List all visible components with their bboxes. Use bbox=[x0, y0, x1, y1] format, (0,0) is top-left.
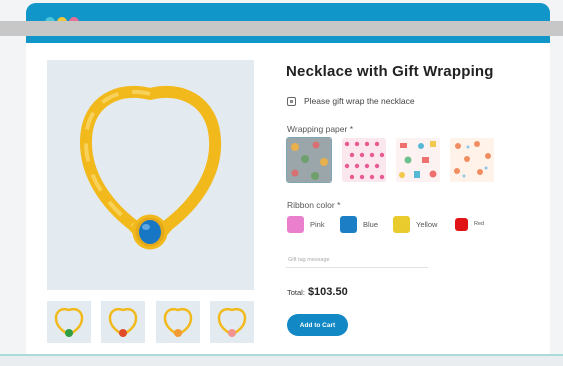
hearts-pattern bbox=[342, 138, 386, 182]
bottom-border bbox=[0, 354, 563, 366]
overlay-band bbox=[0, 21, 563, 36]
color-swatch bbox=[455, 217, 468, 231]
ribbon-color-label: Ribbon color * bbox=[287, 200, 341, 210]
color-swatch bbox=[340, 215, 357, 233]
color-swatch bbox=[393, 215, 410, 233]
confetti-pattern bbox=[396, 138, 440, 182]
wrapping-paper-colorful-confetti[interactable] bbox=[396, 138, 440, 182]
botanical-pattern bbox=[287, 138, 331, 182]
necklace-image bbox=[79, 85, 222, 250]
thumbnail-gem bbox=[174, 329, 182, 337]
thumbnail-necklace bbox=[108, 307, 138, 337]
ribbon-option-yellow[interactable]: Yellow bbox=[393, 215, 437, 233]
thumbnail-4[interactable] bbox=[210, 301, 254, 343]
thumbnail-gem bbox=[119, 329, 127, 337]
gift-wrap-checkbox[interactable] bbox=[287, 96, 296, 106]
thumbnail-1[interactable] bbox=[47, 301, 91, 343]
thumbnail-2[interactable] bbox=[101, 301, 145, 343]
main-product-image bbox=[47, 60, 254, 290]
color-swatch bbox=[287, 215, 304, 233]
thumbnail-gem bbox=[65, 329, 73, 337]
florals-pattern bbox=[450, 138, 494, 182]
gift-wrap-option[interactable]: Please gift wrap the necklace bbox=[287, 94, 415, 108]
total-label: Total: bbox=[287, 288, 305, 297]
ribbon-option-red[interactable]: Red bbox=[455, 215, 484, 233]
product-title: Necklace with Gift Wrapping bbox=[286, 63, 494, 80]
ribbon-option-blue[interactable]: Blue bbox=[340, 215, 378, 233]
ribbon-label: Red bbox=[474, 221, 485, 227]
wrapping-paper-grey-botanical[interactable] bbox=[286, 137, 332, 183]
add-to-cart-button[interactable]: Add to Cart bbox=[287, 314, 348, 336]
gift-tag-message-input[interactable] bbox=[286, 253, 428, 268]
thumbnail-necklace bbox=[54, 307, 84, 337]
gift-wrap-label: Please gift wrap the necklace bbox=[304, 96, 415, 106]
thumbnail-gem bbox=[228, 329, 236, 337]
wrapping-paper-pink-hearts[interactable] bbox=[342, 138, 386, 182]
total-price: Total: $103.50 bbox=[287, 286, 348, 298]
wrapping-paper-label: Wrapping paper * bbox=[287, 124, 353, 134]
thumbnail-necklace bbox=[217, 307, 247, 337]
thumbnail-3[interactable] bbox=[156, 301, 200, 343]
wrapping-paper-orange-florals[interactable] bbox=[450, 138, 494, 182]
ribbon-label: Yellow bbox=[416, 219, 438, 229]
total-value: $103.50 bbox=[307, 286, 348, 298]
ribbon-label: Blue bbox=[363, 219, 379, 229]
ribbon-option-pink[interactable]: Pink bbox=[287, 215, 325, 233]
ribbon-label: Pink bbox=[310, 219, 325, 229]
header-accent-line bbox=[26, 36, 550, 43]
thumbnail-necklace bbox=[163, 307, 193, 337]
